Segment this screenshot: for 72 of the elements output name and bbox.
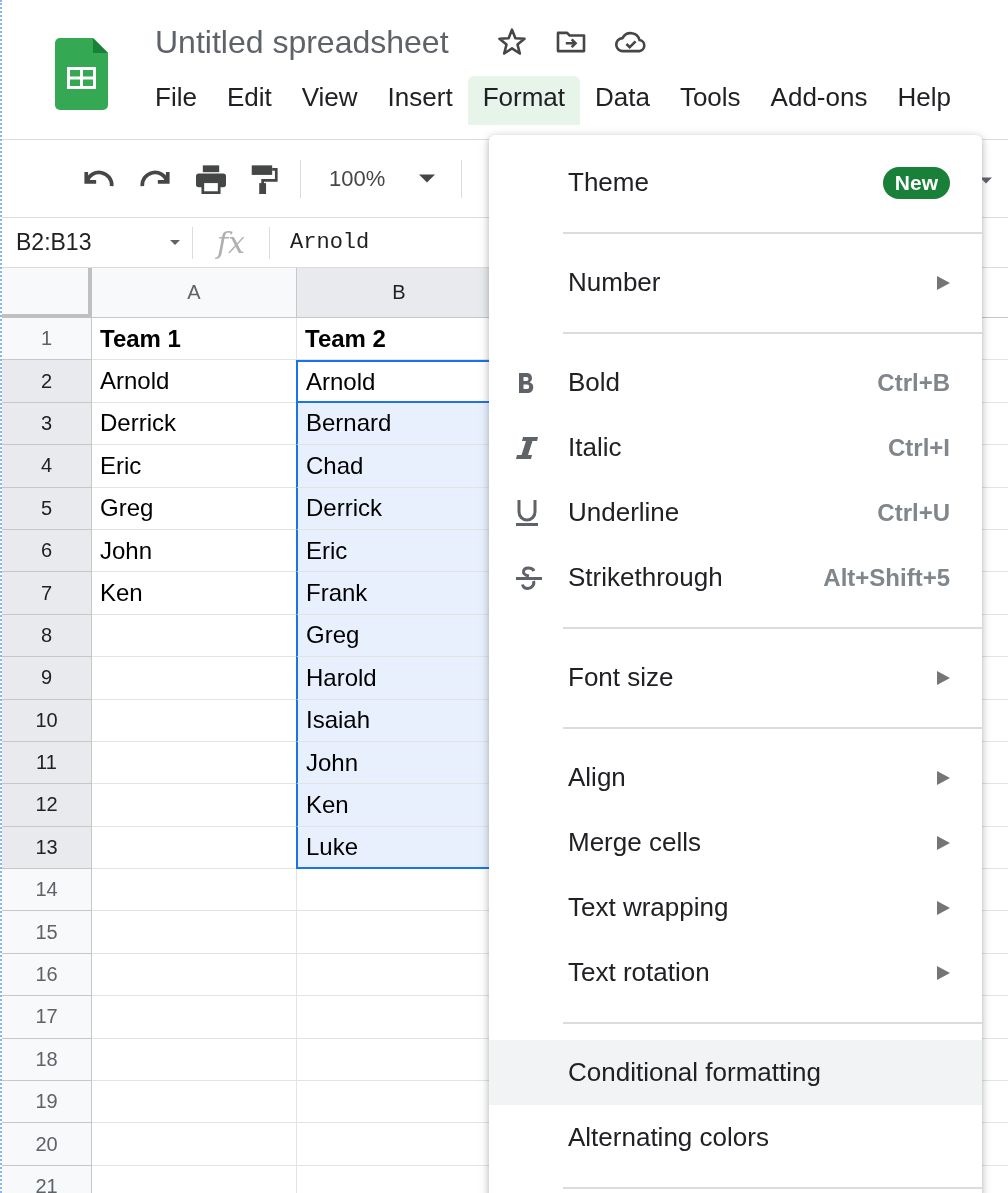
row-header[interactable]: 1	[2, 318, 92, 361]
print-icon[interactable]	[194, 163, 228, 194]
row-header[interactable]: 16	[2, 953, 92, 997]
redo-icon[interactable]	[138, 168, 172, 189]
shortcut-text: Ctrl+B	[877, 368, 950, 397]
shortcut-text: Alt+Shift+5	[823, 563, 950, 592]
caret-icon	[170, 240, 180, 245]
row-header[interactable]: 21	[2, 1165, 92, 1193]
menu-option-label: Text rotation	[568, 957, 710, 988]
menu-option-label: Alternating colors	[568, 1122, 769, 1153]
shortcut-text: Ctrl+U	[877, 498, 950, 527]
menu-option-label: Bold	[568, 367, 621, 398]
menu-option-label: Text wrapping	[568, 892, 729, 923]
function-label: fx	[214, 225, 247, 260]
row-header[interactable]: 14	[2, 869, 92, 912]
spreadsheet-logo-icon[interactable]	[55, 38, 108, 110]
row-header[interactable]: 10	[2, 699, 92, 742]
strikethrough-icon	[515, 565, 543, 590]
undo-icon[interactable]	[82, 168, 116, 189]
menu-item[interactable]: View	[286, 76, 373, 125]
caret-icon	[419, 174, 436, 183]
menu-item[interactable]: Data	[580, 76, 665, 125]
menu-item[interactable]: Format	[467, 76, 580, 125]
menu-option-label: Merge cells	[568, 827, 701, 858]
menu-option[interactable]: Conditional formatting	[489, 1040, 982, 1105]
new-badge: New	[882, 166, 950, 199]
row-header[interactable]: 18	[2, 1038, 92, 1082]
menu-option-label: Number	[568, 267, 661, 298]
row-header[interactable]: 8	[2, 614, 92, 658]
document-title[interactable]: Untitled spreadsheet	[155, 15, 449, 61]
row-header[interactable]: 13	[2, 826, 92, 870]
row-header[interactable]: 17	[2, 996, 92, 1039]
row-header[interactable]: 9	[2, 657, 92, 700]
menu-option[interactable]: Text rotation	[489, 940, 982, 1005]
menu-item[interactable]: Insert	[372, 76, 468, 125]
menu-option-label: Font size	[568, 662, 674, 693]
menu-option[interactable]: Text wrapping	[489, 875, 982, 940]
menu-option-label: Strikethrough	[568, 562, 723, 593]
row-header[interactable]: 15	[2, 911, 92, 954]
menu-option-label: Conditional formatting	[568, 1057, 821, 1088]
row-header[interactable]: 3	[2, 402, 92, 446]
menu-option-label: Italic	[568, 432, 622, 463]
row-header[interactable]: 7	[2, 572, 92, 615]
zoom-dropdown[interactable]: 100%	[323, 165, 440, 192]
menu-option[interactable]: Alternating colors	[489, 1105, 982, 1170]
menu-item[interactable]: Edit	[211, 76, 287, 125]
row-header[interactable]: 12	[2, 784, 92, 827]
row-header[interactable]: 6	[2, 529, 92, 573]
menu-item[interactable]: Tools	[664, 76, 756, 125]
menu-option-label: Underline	[568, 497, 680, 528]
row-header[interactable]: 19	[2, 1081, 92, 1124]
table-cell: Team 1	[92, 318, 297, 361]
paint-format-icon[interactable]	[250, 163, 278, 194]
menu-option[interactable]: Theme New	[489, 150, 982, 215]
row-header[interactable]: 11	[2, 741, 92, 785]
menu-option-label: Align	[568, 762, 626, 793]
menu-item[interactable]: Help	[882, 76, 966, 125]
row-header[interactable]: 2	[2, 360, 92, 403]
underline-icon	[515, 498, 539, 527]
cloud-check-icon[interactable]	[613, 30, 648, 54]
shortcut-text: Ctrl+I	[888, 433, 950, 462]
column-header[interactable]: A	[92, 268, 297, 318]
menu-item[interactable]: Add-ons	[755, 76, 883, 125]
menu-item[interactable]: File	[140, 76, 212, 125]
row-header[interactable]: 20	[2, 1123, 92, 1166]
row-header[interactable]: 4	[2, 445, 92, 488]
name-box[interactable]: B2:B13	[2, 229, 192, 256]
star-icon[interactable]	[495, 27, 528, 57]
folder-arrow-icon[interactable]	[554, 29, 587, 55]
row-header[interactable]: 5	[2, 487, 92, 530]
italic-icon	[515, 435, 539, 460]
menu-option-label: Theme	[568, 167, 649, 198]
